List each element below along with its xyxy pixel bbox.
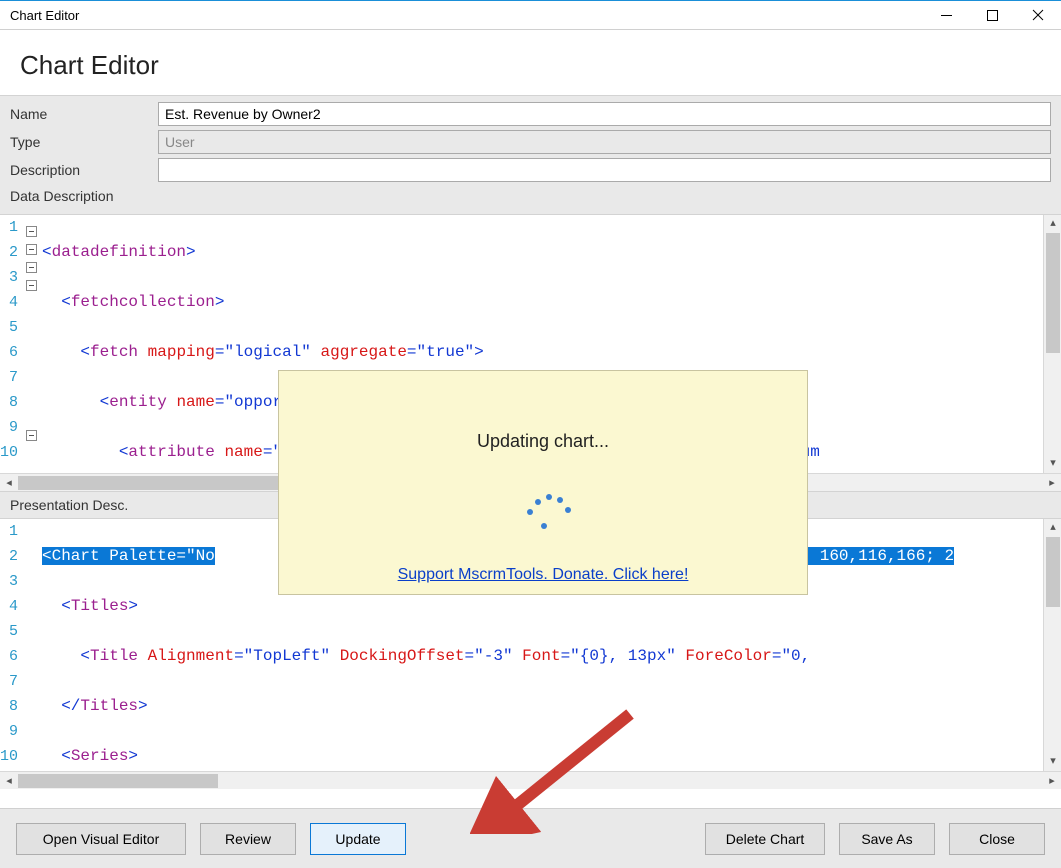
name-label: Name (10, 106, 158, 122)
type-label: Type (10, 134, 158, 150)
code-fold-column[interactable] (20, 215, 42, 473)
selected-text: <Chart Palette="No (42, 547, 215, 565)
line-number-gutter: 12345678910 (0, 215, 20, 473)
window-title: Chart Editor (10, 8, 79, 23)
scroll-left-icon[interactable]: ◂ (0, 772, 18, 790)
minimize-button[interactable] (923, 0, 969, 30)
line-number-gutter: 12345678910 (0, 519, 20, 771)
updating-popup: Updating chart... Support MscrmTools. Do… (278, 370, 808, 595)
titlebar: Chart Editor (0, 0, 1061, 30)
scroll-right-icon[interactable]: ▸ (1043, 474, 1061, 492)
delete-chart-button[interactable]: Delete Chart (705, 823, 825, 855)
scroll-right-icon[interactable]: ▸ (1043, 772, 1061, 790)
type-input (158, 130, 1051, 154)
scroll-down-icon[interactable]: ▾ (1044, 753, 1061, 771)
scroll-left-icon[interactable]: ◂ (0, 474, 18, 492)
data-description-label: Data Description (10, 188, 158, 204)
vertical-scrollbar[interactable]: ▴ ▾ (1043, 215, 1061, 473)
page-title: Chart Editor (0, 30, 1061, 95)
maximize-icon (987, 10, 998, 21)
fold-toggle-icon[interactable] (26, 226, 37, 237)
save-as-button[interactable]: Save As (839, 823, 935, 855)
scroll-up-icon[interactable]: ▴ (1044, 215, 1061, 233)
close-icon (1032, 9, 1044, 21)
scroll-thumb[interactable] (18, 774, 218, 788)
scroll-thumb[interactable] (1046, 537, 1060, 607)
fold-toggle-icon[interactable] (26, 244, 37, 255)
minimize-icon (941, 10, 952, 21)
vertical-scrollbar[interactable]: ▴ ▾ (1043, 519, 1061, 771)
code-fold-column[interactable] (20, 519, 42, 771)
donate-link[interactable]: Support MscrmTools. Donate. Click here! (398, 566, 689, 584)
description-input[interactable] (158, 158, 1051, 182)
name-input[interactable] (158, 102, 1051, 126)
close-button[interactable] (1015, 0, 1061, 30)
open-visual-editor-button[interactable]: Open Visual Editor (16, 823, 186, 855)
fold-toggle-icon[interactable] (26, 280, 37, 291)
spinner-icon (513, 479, 573, 539)
popup-title: Updating chart... (477, 431, 609, 452)
scroll-up-icon[interactable]: ▴ (1044, 519, 1061, 537)
scroll-down-icon[interactable]: ▾ (1044, 455, 1061, 473)
scroll-thumb[interactable] (1046, 233, 1060, 353)
button-bar: Open Visual Editor Review Update Delete … (0, 808, 1061, 868)
close-button-bottom[interactable]: Close (949, 823, 1045, 855)
scroll-thumb[interactable] (18, 476, 318, 490)
fold-toggle-icon[interactable] (26, 262, 37, 273)
maximize-button[interactable] (969, 0, 1015, 30)
review-button[interactable]: Review (200, 823, 296, 855)
horizontal-scrollbar[interactable]: ◂ ▸ (0, 771, 1061, 789)
update-button[interactable]: Update (310, 823, 406, 855)
fields-panel: Name Type Description Data Description (0, 95, 1061, 215)
fold-toggle-icon[interactable] (26, 430, 37, 441)
description-label: Description (10, 162, 158, 178)
